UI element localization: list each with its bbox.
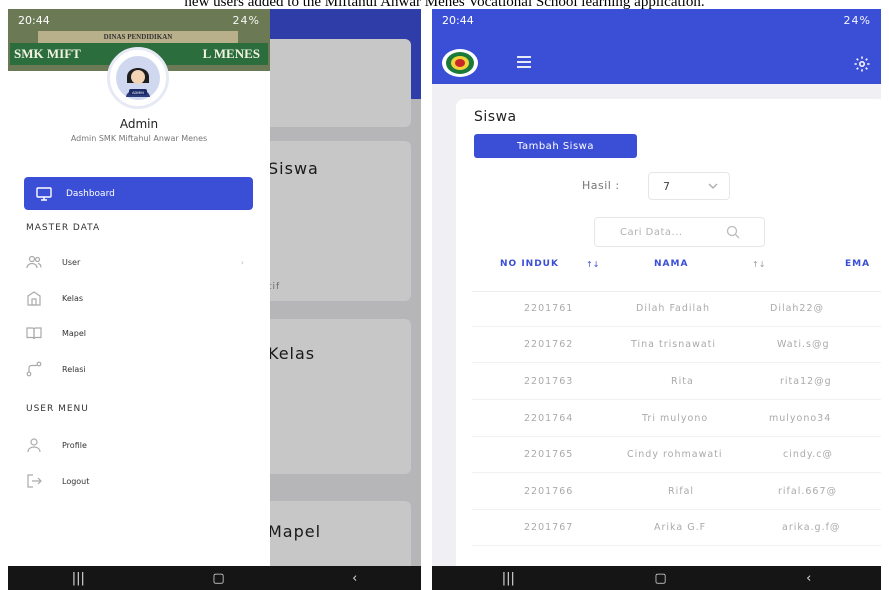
- building-icon: [26, 290, 42, 306]
- cell-nama: Rifal: [668, 486, 695, 497]
- row-divider: [472, 509, 881, 510]
- logout-icon: [26, 473, 42, 489]
- nav-item-dashboard[interactable]: Dashboard: [24, 177, 253, 210]
- menu-icon[interactable]: [516, 54, 532, 70]
- banner-sign-top: DINAS PENDIDIKAN: [38, 31, 238, 43]
- cell-email: rita12@g: [780, 376, 832, 387]
- cell-no-induk: 2201766: [524, 486, 574, 497]
- navigation-drawer: DINAS PENDIDIKAN SMK MIFT L MENES 20:44 …: [8, 9, 270, 590]
- column-header-nama[interactable]: NAMA: [654, 259, 688, 269]
- sort-asc-icon[interactable]: ↑↓: [586, 260, 599, 269]
- admin-avatar-icon: ADMIN: [116, 56, 160, 100]
- column-header-no-induk[interactable]: NO INDUK: [500, 259, 559, 269]
- cell-nama: Arika G.F: [654, 522, 707, 533]
- nav-item-profile[interactable]: Profile: [26, 434, 254, 456]
- page-title: Siswa: [474, 109, 517, 125]
- cell-no-induk: 2201767: [524, 522, 574, 533]
- school-logo[interactable]: [442, 49, 478, 77]
- left-phone-screen: Siswa tif Kelas Mapel DINAS PENDIDIKAN S…: [8, 9, 421, 590]
- cell-no-induk: 2201763: [524, 376, 574, 387]
- nav-user-label: User: [62, 257, 81, 267]
- user-icon: [26, 437, 42, 453]
- recent-apps-icon[interactable]: |||: [72, 571, 85, 586]
- android-nav-bar: ||| ▢ ‹: [432, 566, 881, 590]
- nav-logout-label: Logout: [62, 476, 90, 486]
- route-icon: [26, 361, 42, 377]
- admin-name: Admin: [119, 117, 159, 131]
- row-divider: [472, 362, 881, 363]
- cell-nama: Dilah Fadilah: [636, 303, 711, 314]
- right-phone-screen: 20:44 24% Siswa Tambah Siswa Hasil : 7 N…: [432, 9, 881, 590]
- hasil-label: Hasil :: [582, 179, 620, 192]
- nav-item-relasi[interactable]: Relasi: [26, 358, 254, 380]
- nav-item-mapel[interactable]: Mapel: [26, 322, 254, 344]
- hasil-select[interactable]: 7: [648, 172, 730, 200]
- section-user-menu: USER MENU: [26, 404, 89, 414]
- hasil-value: 7: [663, 179, 670, 193]
- cell-no-induk: 2201764: [524, 413, 574, 424]
- sort-icon[interactable]: ↑↓: [752, 260, 765, 269]
- cell-no-induk: 2201761: [524, 303, 574, 314]
- section-master-data: MASTER DATA: [26, 223, 101, 233]
- admin-subtitle: Admin SMK Miftahul Anwar Menes: [70, 134, 208, 143]
- row-divider: [472, 472, 881, 473]
- nav-dashboard-label: Dashboard: [66, 188, 115, 199]
- add-siswa-button[interactable]: Tambah Siswa: [474, 134, 637, 158]
- cell-no-induk: 2201765: [524, 449, 574, 460]
- nav-mapel-label: Mapel: [62, 328, 87, 338]
- nav-kelas-label: Kelas: [62, 293, 84, 303]
- cell-email: cindy.c@: [783, 449, 833, 460]
- school-logo-icon: [446, 52, 474, 74]
- nav-profile-label: Profile: [62, 440, 87, 450]
- cell-email: rifal.667@: [778, 486, 838, 497]
- cell-no-induk: 2201762: [524, 339, 574, 350]
- cell-email: Wati.s@g: [777, 339, 830, 350]
- cell-email: Dilah22@: [770, 303, 825, 314]
- cell-nama: Cindy rohmawati: [627, 449, 723, 460]
- cell-email: mulyono34: [769, 413, 832, 424]
- nav-item-user[interactable]: User ›: [26, 251, 254, 273]
- status-time: 20:44: [18, 13, 50, 27]
- nav-relasi-label: Relasi: [62, 364, 86, 374]
- row-divider: [472, 436, 881, 437]
- status-time: 20:44: [442, 13, 474, 27]
- cell-email: arika.g.f@: [782, 522, 841, 533]
- row-divider: [472, 399, 881, 400]
- chevron-down-icon: [708, 183, 718, 189]
- status-bar: 20:44 24%: [8, 9, 270, 31]
- search-input[interactable]: [620, 226, 720, 238]
- status-battery: 24%: [232, 13, 260, 27]
- search-box[interactable]: [594, 217, 765, 247]
- nav-item-logout[interactable]: Logout: [26, 470, 254, 492]
- avatar-badge-text: ADMIN: [132, 91, 144, 95]
- cell-nama: Tina trisnawati: [631, 339, 717, 350]
- banner-sign-left-text: SMK MIFT: [14, 46, 81, 61]
- search-icon[interactable]: [726, 225, 740, 239]
- users-icon: [26, 254, 42, 270]
- row-divider: [472, 545, 881, 546]
- status-bar: 20:44 24%: [432, 9, 881, 31]
- gear-icon[interactable]: [853, 55, 871, 73]
- back-icon[interactable]: ‹: [806, 571, 811, 586]
- monitor-icon: [36, 186, 52, 201]
- banner-sign-right-text: L MENES: [202, 46, 260, 61]
- cell-nama: Tri mulyono: [642, 413, 709, 424]
- cell-nama: Rita: [671, 376, 694, 387]
- column-header-email[interactable]: EMA: [845, 259, 870, 269]
- home-icon[interactable]: ▢: [654, 571, 666, 586]
- chevron-right-icon: ›: [240, 257, 244, 267]
- recent-apps-icon[interactable]: |||: [502, 571, 515, 586]
- avatar: ADMIN: [107, 47, 169, 109]
- book-icon: [26, 325, 42, 341]
- home-icon[interactable]: ▢: [212, 571, 224, 586]
- table-header-divider: [472, 291, 881, 292]
- row-divider: [472, 326, 881, 327]
- android-nav-bar: ||| ▢ ‹: [8, 566, 421, 590]
- nav-item-kelas[interactable]: Kelas: [26, 287, 254, 309]
- back-icon[interactable]: ‹: [352, 571, 357, 586]
- status-battery: 24%: [843, 13, 871, 27]
